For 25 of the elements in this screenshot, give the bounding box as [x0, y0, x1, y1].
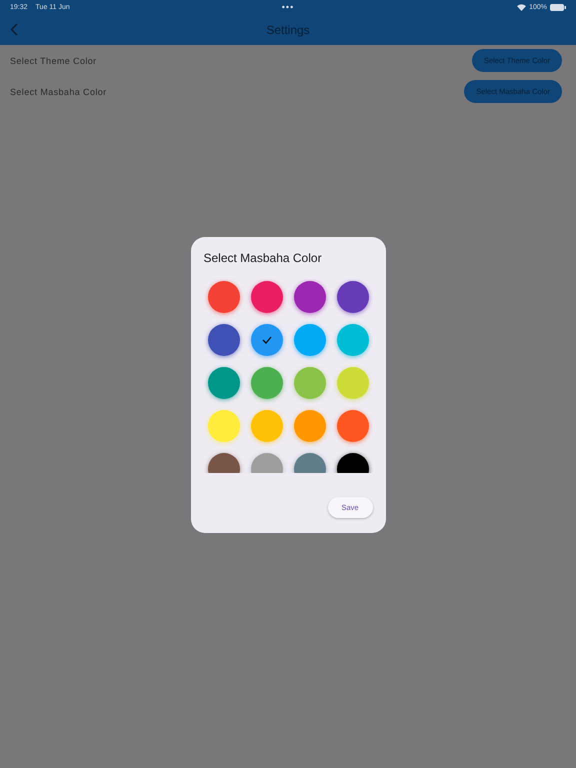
- multitask-dots[interactable]: •••: [282, 2, 294, 12]
- color-swatch[interactable]: [250, 410, 282, 442]
- setting-label: Select Theme Color: [10, 56, 97, 66]
- color-swatch[interactable]: [250, 281, 282, 313]
- color-swatch[interactable]: [250, 324, 282, 356]
- setting-label: Select Masbaha Color: [10, 86, 107, 96]
- color-swatch[interactable]: [294, 410, 326, 442]
- color-swatch[interactable]: [336, 281, 368, 313]
- color-swatch[interactable]: [208, 281, 240, 313]
- dialog-title: Select Masbaha Color: [204, 251, 323, 265]
- check-icon: [262, 336, 272, 344]
- color-swatch[interactable]: [336, 367, 368, 399]
- color-swatch[interactable]: [208, 324, 240, 356]
- back-icon[interactable]: [10, 23, 18, 36]
- color-swatch[interactable]: [208, 367, 240, 399]
- color-swatch[interactable]: [208, 410, 240, 442]
- color-swatch[interactable]: [336, 324, 368, 356]
- color-swatch[interactable]: [336, 410, 368, 442]
- color-swatch[interactable]: [294, 367, 326, 399]
- color-swatch[interactable]: [294, 281, 326, 313]
- wifi-icon: [517, 4, 526, 10]
- color-swatch[interactable]: [250, 367, 282, 399]
- page-title: Settings: [266, 22, 310, 36]
- battery-icon: [550, 4, 566, 10]
- color-swatch[interactable]: [294, 324, 326, 356]
